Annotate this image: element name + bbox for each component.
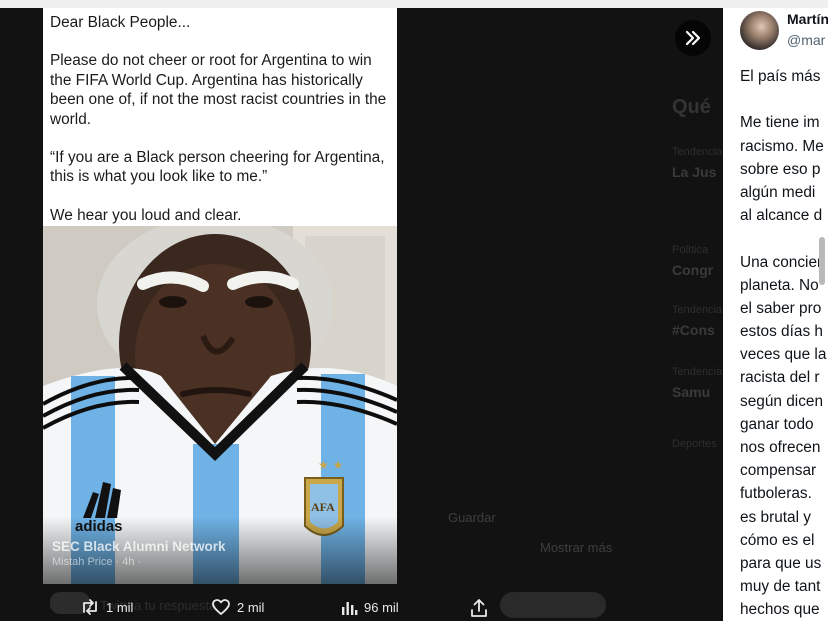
tweet-body-line: para que us	[740, 554, 822, 572]
tweet-body-line: sobre eso p	[740, 160, 821, 178]
tweet-body-line: estos días h	[740, 323, 823, 341]
tweet-body-line: compensar	[740, 462, 817, 480]
trend-item: Congr	[672, 262, 714, 278]
author-handle[interactable]: @mar	[787, 32, 825, 48]
share-button[interactable]	[470, 598, 488, 618]
tweet-body-line: al alcance d	[740, 207, 823, 225]
views-count: 96 mil	[364, 599, 399, 615]
tweet-body-line: Una concien	[740, 253, 826, 271]
retweet-button[interactable]: 1 mil	[80, 598, 133, 616]
dimmed-reply-button	[500, 592, 606, 618]
views-button[interactable]: 96 mil	[340, 598, 399, 616]
tweet-body-line: cómo es el	[740, 531, 815, 549]
expand-icon	[685, 30, 701, 46]
trend-category: Tendencia	[672, 304, 723, 316]
tweet-body: El país más Me tiene im racismo. Me sobre e…	[740, 65, 828, 621]
trend-category: Tendencia	[672, 146, 723, 158]
svg-text:★ ★: ★ ★	[318, 458, 343, 472]
dimmed-views-label: Mostrar más	[540, 540, 613, 555]
post-quote: “If you are a Black person cheering for …	[50, 149, 385, 186]
post-closing: We hear you loud and clear.	[50, 206, 242, 224]
afa-badge-text: AFA	[311, 500, 335, 514]
media-card[interactable]: Dear Black People... Please do not cheer…	[43, 8, 397, 584]
overlay-source-name: SEC Black Alumni Network	[52, 539, 226, 554]
portrait-illustration: adidas ★ ★ AFA	[43, 226, 397, 584]
trend-item: #Cons	[672, 322, 715, 338]
tweet-body-line: es brutal y	[740, 508, 812, 526]
trend-item: La Jus	[672, 164, 717, 180]
tweet-body-line: muy de tant	[740, 578, 821, 596]
tweet-body-line: futboleras.	[740, 485, 812, 503]
share-icon	[471, 599, 487, 617]
scrollbar-thumb[interactable]	[819, 237, 825, 285]
overlay-source-meta: Mistah Price · 4h ·	[52, 556, 142, 568]
tweet-body-line: racista del r	[740, 369, 820, 387]
meme-image: adidas ★ ★ AFA SEC Black Alumni Network …	[43, 226, 397, 584]
post-greeting: Dear Black People...	[50, 14, 191, 31]
tweet-body-line: el saber pro	[740, 299, 822, 317]
tweet-body-line: algún medi	[740, 183, 816, 201]
tweet-detail-panel: Martín @mar El país más Me tiene im racism…	[723, 8, 828, 621]
author-name[interactable]: Martín	[787, 11, 828, 27]
dimmed-trends-panel: Qué Tendencia La Jus Política Congr Tend…	[640, 8, 723, 621]
retweet-count: 1 mil	[106, 599, 134, 615]
trend-item: Samu	[672, 384, 711, 400]
tweet-body-line: hechos que	[740, 601, 820, 619]
dimmed-save-label: Guardar	[448, 510, 496, 525]
trend-category: Deportes	[672, 438, 717, 450]
trend-category: Política	[672, 244, 709, 256]
views-icon	[342, 602, 358, 615]
tweet-body-line: planeta. No	[740, 276, 819, 294]
tweet-body-line: Me tiene im	[740, 114, 820, 132]
browser-top-strip	[0, 0, 828, 8]
tweet-body-line: según dicen	[740, 392, 824, 410]
retweet-icon	[83, 599, 97, 615]
author-avatar[interactable]	[740, 11, 779, 50]
tweet-body-line: nos ofrecen	[740, 439, 821, 456]
tweet-body-line: ganar todo	[740, 415, 814, 433]
tweet-body-line: racismo. Me	[740, 137, 824, 155]
like-count: 2 mil	[237, 599, 265, 615]
trend-category: Tendencia	[672, 366, 723, 378]
post-text: Dear Black People... Please do not cheer…	[50, 13, 390, 244]
like-button[interactable]: 2 mil	[211, 598, 264, 616]
tweet-action-bar: Twittea tu respuesta 1 mil 2 mil 96 mil	[0, 592, 723, 621]
expand-button[interactable]	[675, 20, 711, 56]
post-paragraph: Please do not cheer or root for Argentin…	[50, 52, 387, 128]
tweet-body-line: El país más	[740, 68, 821, 85]
trends-heading: Qué	[672, 96, 711, 118]
heart-icon	[212, 599, 230, 615]
tweet-body-line: veces que la	[740, 346, 827, 364]
